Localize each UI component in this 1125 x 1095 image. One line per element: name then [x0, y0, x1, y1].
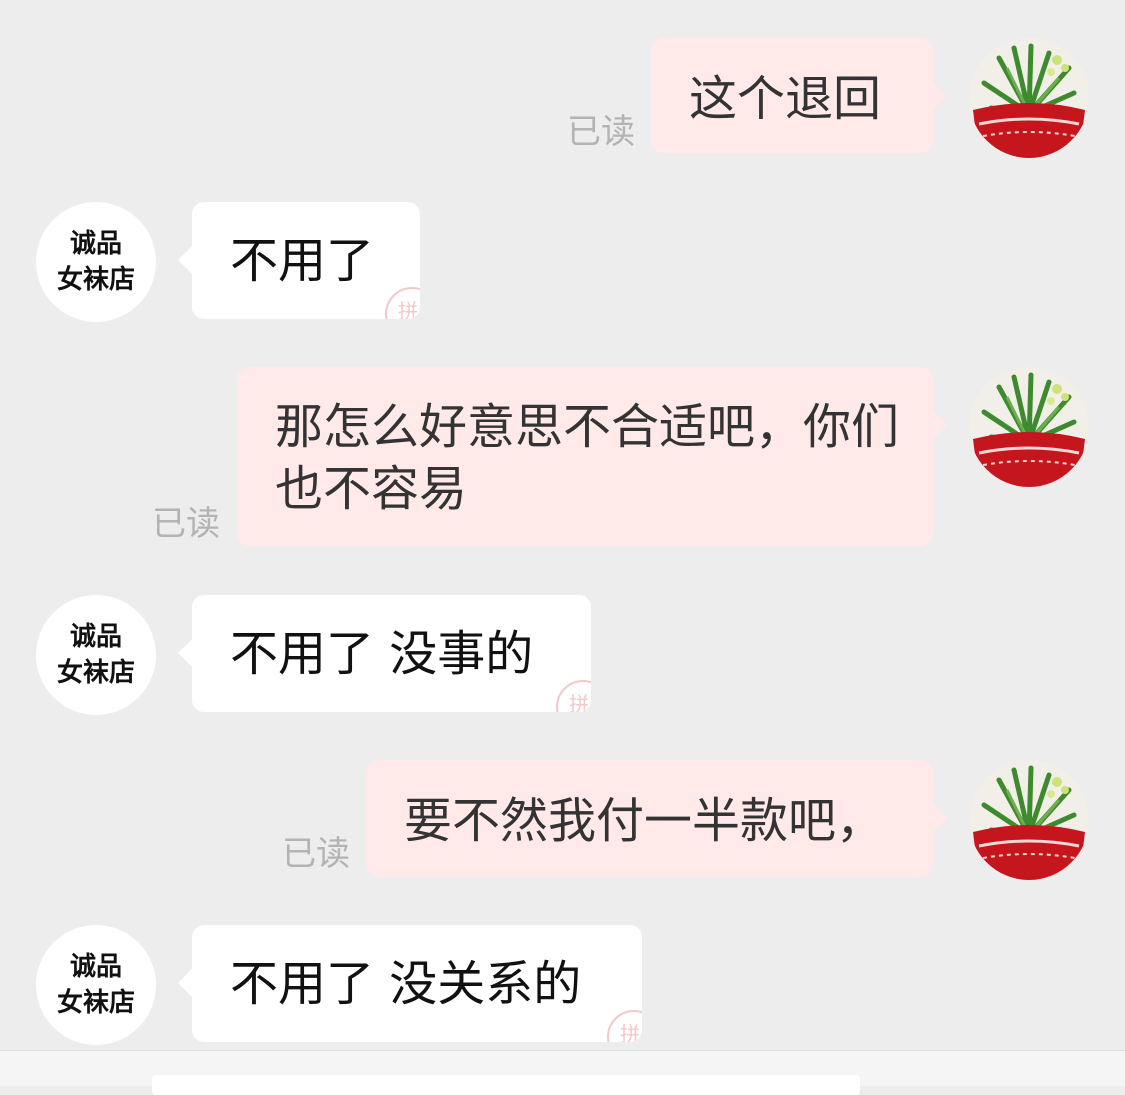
pin-stamp-icon: 拼 [547, 668, 591, 712]
message-bubble-received[interactable]: 不用了 没事的 拼 [178, 595, 591, 712]
message-text: 不用了 没事的 [230, 626, 534, 682]
message-text: 不用了 [230, 233, 375, 289]
shop-avatar-line2: 女袜店 [56, 265, 135, 295]
svg-text:拼: 拼 [569, 692, 589, 712]
message-text: 那怎么好意思不合适吧，你们也不容易 [275, 399, 900, 517]
shop-avatar[interactable]: 诚品 女袜店 [36, 202, 156, 322]
message-bubble-sent[interactable]: 那怎么好意思不合适吧，你们也不容易 [237, 367, 947, 546]
pin-stamp-icon: 拼 [376, 275, 420, 319]
message-text: 要不然我付一半款吧， [404, 793, 885, 849]
message-bubble-sent[interactable]: 要不然我付一半款吧， [366, 760, 947, 877]
potted-plant-avatar-icon [969, 760, 1089, 880]
message-bubble-received[interactable]: 不用了 拼 [178, 202, 420, 319]
read-status: 已读 [567, 112, 635, 152]
shop-avatar-line2: 女袜店 [56, 988, 135, 1018]
potted-plant-avatar-icon [969, 38, 1089, 158]
message-input[interactable] [152, 1075, 860, 1095]
shop-avatar[interactable]: 诚品 女袜店 [36, 925, 156, 1045]
potted-plant-avatar-icon [969, 367, 1089, 487]
message-text: 这个退回 [689, 71, 882, 127]
read-status: 已读 [282, 834, 350, 874]
shop-avatar-line1: 诚品 [69, 622, 122, 652]
input-bar [0, 1050, 1125, 1095]
read-status: 已读 [152, 504, 220, 544]
user-avatar[interactable] [969, 760, 1089, 880]
svg-text:拼: 拼 [398, 299, 418, 319]
message-bubble-sent[interactable]: 这个退回 [651, 38, 947, 153]
user-avatar[interactable] [969, 38, 1089, 158]
user-avatar[interactable] [969, 367, 1089, 487]
shop-avatar[interactable]: 诚品 女袜店 [36, 595, 156, 715]
shop-avatar-line1: 诚品 [69, 229, 122, 259]
message-text: 不用了 没关系的 [230, 956, 582, 1012]
chat-message-list[interactable]: 已读 这个退回 诚品 女袜店 不用了 拼 已读 那怎么好意思不合适吧，你们也不容… [0, 0, 1125, 1050]
pin-stamp-icon: 拼 [598, 998, 642, 1042]
shop-avatar-line1: 诚品 [69, 952, 122, 982]
shop-avatar-line2: 女袜店 [56, 658, 135, 688]
svg-text:拼: 拼 [620, 1022, 640, 1042]
message-bubble-received[interactable]: 不用了 没关系的 拼 [178, 925, 642, 1042]
